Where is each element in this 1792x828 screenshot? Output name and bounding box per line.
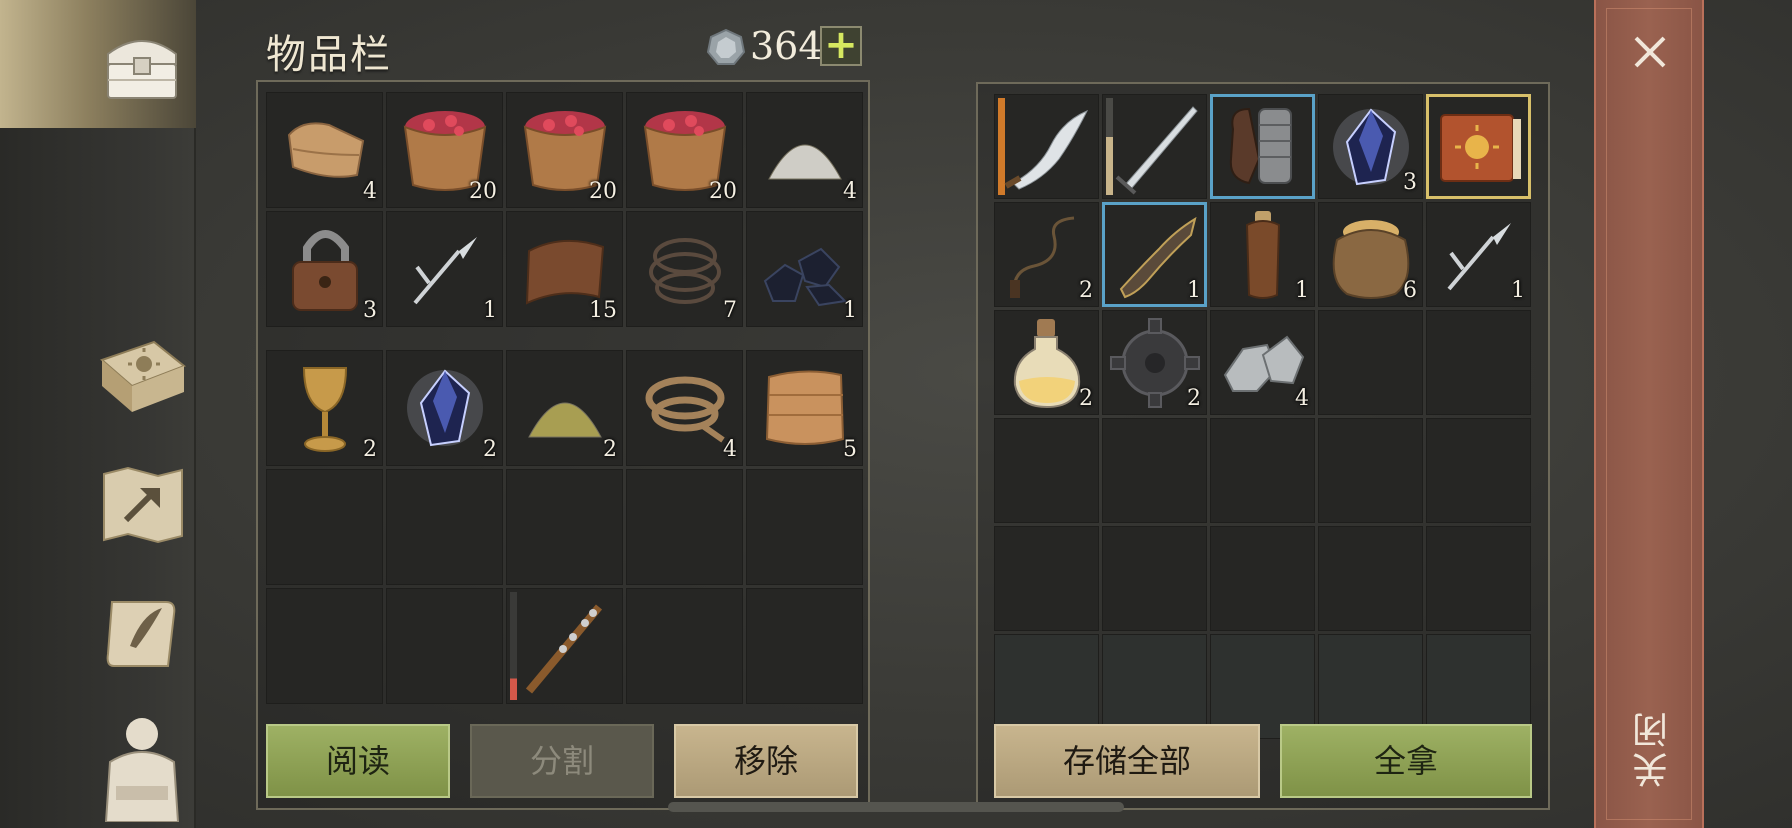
item-slot-berry-bucket[interactable]: 20 bbox=[506, 92, 623, 208]
item-slot-leather-bottle[interactable]: 1 bbox=[1210, 202, 1315, 307]
empty-slot[interactable] bbox=[1210, 418, 1315, 523]
empty-slot[interactable] bbox=[1318, 310, 1423, 415]
item-slot-cloth[interactable]: 4 bbox=[266, 92, 383, 208]
split-button[interactable]: 分割 bbox=[470, 724, 654, 798]
item-slot-hook-fork[interactable]: 1 bbox=[386, 211, 503, 327]
scroll-handle[interactable] bbox=[668, 802, 1124, 812]
empty-slot[interactable] bbox=[1210, 526, 1315, 631]
item-quantity: 2 bbox=[1187, 386, 1201, 411]
item-quantity: 20 bbox=[709, 179, 737, 204]
item-quantity: 3 bbox=[1403, 170, 1417, 195]
empty-slot[interactable] bbox=[1318, 418, 1423, 523]
item-quantity: 2 bbox=[603, 437, 617, 462]
item-slot-coal[interactable]: 1 bbox=[746, 211, 863, 327]
item-slot-berry-bucket[interactable]: 20 bbox=[626, 92, 743, 208]
inventory-grid-bottom: 2 2 2 4 5 bbox=[266, 350, 863, 704]
item-slot-hook-fork[interactable]: 1 bbox=[1426, 202, 1531, 307]
character-backpack-icon[interactable] bbox=[100, 712, 184, 822]
take-all-button[interactable]: 全拿 bbox=[1280, 724, 1532, 798]
empty-slot[interactable] bbox=[626, 469, 743, 585]
item-slot-leather[interactable]: 15 bbox=[506, 211, 623, 327]
item-slot-longsword[interactable] bbox=[1102, 94, 1207, 199]
item-quantity: 5 bbox=[843, 437, 857, 462]
add-coins-button[interactable]: + bbox=[820, 25, 862, 66]
silver-coin-icon bbox=[706, 28, 746, 66]
item-slot-goblet[interactable]: 2 bbox=[266, 350, 383, 466]
item-slot-berry-bucket[interactable]: 20 bbox=[386, 92, 503, 208]
item-slot-sulfur-pile[interactable]: 2 bbox=[506, 350, 623, 466]
map-icon[interactable] bbox=[100, 466, 186, 544]
item-quantity: 7 bbox=[723, 298, 737, 323]
inventory-grid-top: 4 20 20 20 4 3 1 15 7 1 bbox=[266, 92, 863, 327]
item-slot-sun-book[interactable] bbox=[1426, 94, 1531, 199]
item-slot-crystal[interactable]: 3 bbox=[1318, 94, 1423, 199]
item-quantity: 2 bbox=[1079, 386, 1093, 411]
item-quantity: 1 bbox=[843, 298, 857, 323]
empty-slot[interactable] bbox=[386, 588, 503, 704]
close-label[interactable]: 关闭 bbox=[1628, 708, 1674, 788]
close-sidebar[interactable] bbox=[1594, 0, 1704, 828]
item-quantity: 4 bbox=[843, 179, 857, 204]
item-slot-spiked-club[interactable] bbox=[506, 588, 623, 704]
empty-slot[interactable] bbox=[266, 588, 383, 704]
empty-slot[interactable] bbox=[1102, 526, 1207, 631]
empty-slot[interactable] bbox=[626, 588, 743, 704]
empty-slot[interactable] bbox=[994, 418, 1099, 523]
item-slot-gauntlet[interactable] bbox=[1210, 94, 1315, 199]
item-slot-grain-sack[interactable]: 6 bbox=[1318, 202, 1423, 307]
item-quantity: 2 bbox=[483, 437, 497, 462]
item-quantity: 4 bbox=[723, 437, 737, 462]
item-quantity: 15 bbox=[589, 298, 617, 323]
item-quantity: 4 bbox=[1295, 386, 1309, 411]
empty-slot[interactable] bbox=[386, 469, 503, 585]
item-slot-potion[interactable]: 2 bbox=[994, 310, 1099, 415]
inventory-title: 物品栏 bbox=[266, 32, 392, 78]
item-quantity: 20 bbox=[589, 179, 617, 204]
item-slot-padlock[interactable]: 3 bbox=[266, 211, 383, 327]
item-quantity: 1 bbox=[1295, 278, 1309, 303]
chest-icon[interactable] bbox=[102, 24, 182, 102]
coin-count: 364 bbox=[750, 24, 823, 68]
item-quantity: 3 bbox=[363, 298, 377, 323]
item-slot-rope[interactable]: 4 bbox=[626, 350, 743, 466]
item-quantity: 1 bbox=[483, 298, 497, 323]
item-quantity: 2 bbox=[1079, 278, 1093, 303]
empty-slot[interactable] bbox=[1426, 526, 1531, 631]
close-icon[interactable] bbox=[1628, 30, 1672, 74]
item-slot-burlap[interactable]: 5 bbox=[746, 350, 863, 466]
quest-scroll-icon[interactable] bbox=[102, 594, 182, 674]
item-quantity: 1 bbox=[1187, 278, 1201, 303]
item-quantity: 6 bbox=[1403, 278, 1417, 303]
item-slot-whip[interactable]: 2 bbox=[994, 202, 1099, 307]
item-quantity: 20 bbox=[469, 179, 497, 204]
empty-slot[interactable] bbox=[1102, 418, 1207, 523]
empty-slot[interactable] bbox=[746, 469, 863, 585]
empty-slot[interactable] bbox=[1426, 310, 1531, 415]
read-button[interactable]: 阅读 bbox=[266, 724, 450, 798]
item-slot-salt-pile[interactable]: 4 bbox=[746, 92, 863, 208]
storage-grid: 321161224 bbox=[994, 94, 1531, 739]
item-slot-crystal[interactable]: 2 bbox=[386, 350, 503, 466]
item-slot-crossbow-stock[interactable]: 1 bbox=[1102, 202, 1207, 307]
item-slot-iron-ore[interactable]: 4 bbox=[1210, 310, 1315, 415]
item-quantity: 2 bbox=[363, 437, 377, 462]
item-slot-wire-coil[interactable]: 7 bbox=[626, 211, 743, 327]
empty-slot[interactable] bbox=[506, 469, 623, 585]
item-quantity: 1 bbox=[1511, 278, 1525, 303]
item-slot-scimitar[interactable] bbox=[994, 94, 1099, 199]
skills-book-icon[interactable] bbox=[96, 336, 188, 418]
empty-slot[interactable] bbox=[1426, 418, 1531, 523]
item-slot-gear[interactable]: 2 bbox=[1102, 310, 1207, 415]
remove-button[interactable]: 移除 bbox=[674, 724, 858, 798]
empty-slot[interactable] bbox=[994, 526, 1099, 631]
empty-slot[interactable] bbox=[746, 588, 863, 704]
empty-slot[interactable] bbox=[1318, 526, 1423, 631]
empty-slot[interactable] bbox=[266, 469, 383, 585]
item-quantity: 4 bbox=[363, 179, 377, 204]
store-all-button[interactable]: 存储全部 bbox=[994, 724, 1260, 798]
